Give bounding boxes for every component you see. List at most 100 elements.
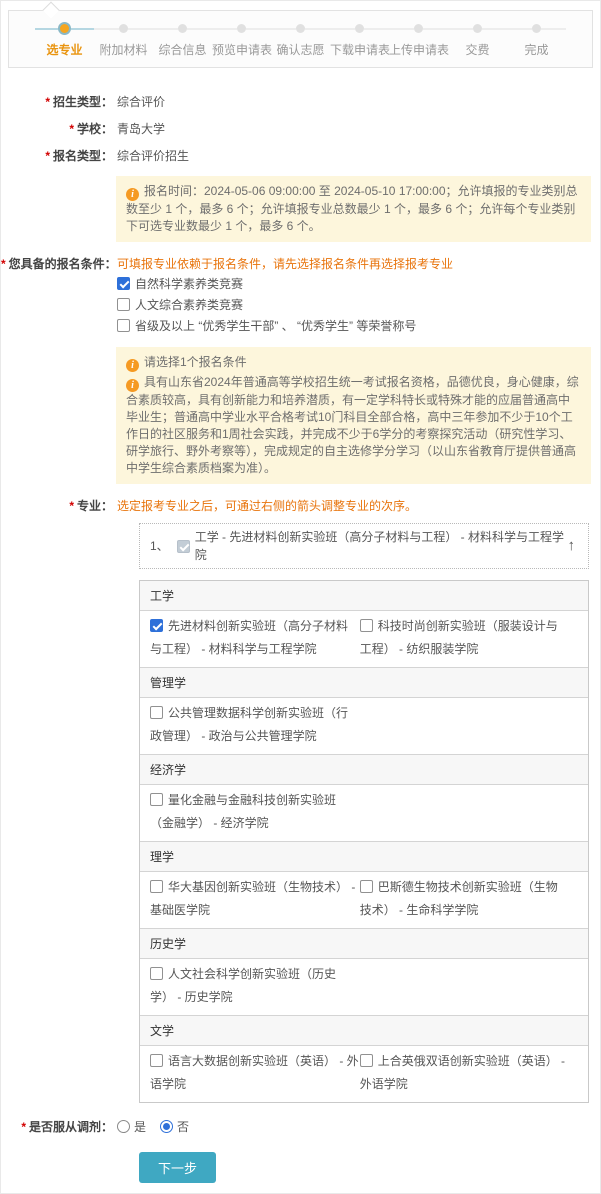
signup-time-notice-text: 报名时间：2024-05-06 09:00:00 至 2024-05-10 17… [126, 184, 578, 233]
checkbox[interactable] [360, 880, 373, 893]
step-item[interactable]: 确认志愿 [271, 22, 330, 58]
step-track [94, 22, 153, 35]
step-line [482, 28, 507, 30]
radio[interactable] [117, 1120, 130, 1133]
step-label: 选专业 [35, 41, 94, 58]
next-step-button[interactable]: 下一步 [139, 1152, 216, 1183]
checkbox-checked[interactable] [117, 277, 130, 290]
checkbox-checked-disabled [177, 540, 190, 553]
required-asterisk [45, 149, 50, 163]
notice-line: 具有山东省2024年普通高等学校招生统一考试报名资格，品德优良，身心健康，综合素… [126, 374, 581, 477]
major-option[interactable]: 语言大数据创新实验班（英语） - 外语学院 [150, 1050, 360, 1096]
step-line [330, 28, 355, 30]
step-label: 完成 [507, 41, 566, 58]
adjustment-option-label: 否 [177, 1120, 189, 1134]
checkbox[interactable] [150, 793, 163, 806]
step-line [94, 28, 119, 30]
step-item[interactable]: 上传申请表 [389, 22, 448, 58]
checkbox[interactable] [117, 319, 130, 332]
condition-option[interactable]: 人文综合素养类竞赛 [117, 295, 600, 316]
category-header: 理学 [140, 842, 588, 872]
majors-block: 1、工学 - 先进材料创新实验班（高分子材料与工程） - 材料科学与工程学院 工… [139, 523, 589, 1103]
major-option[interactable]: 巴斯德生物技术创新实验班（生物技术） - 生命科学学院 [360, 876, 570, 922]
major-option-label: 先进材料创新实验班（高分子材料与工程） - 材料科学与工程学院 [150, 619, 348, 656]
category-items: 先进材料创新实验班（高分子材料与工程） - 材料科学与工程学院科技时尚创新实验班… [140, 611, 588, 668]
field-label-text: 招生类型： [53, 95, 113, 109]
selected-major-index: 1、 [150, 537, 169, 555]
major-option[interactable]: 上合英俄双语创新实验班（英语） - 外语学院 [360, 1050, 570, 1096]
major-option[interactable]: 先进材料创新实验班（高分子材料与工程） - 材料科学与工程学院 [150, 615, 360, 661]
major-option[interactable]: 华大基因创新实验班（生物技术） - 基础医学院 [150, 876, 360, 922]
step-line [389, 28, 414, 30]
step-item[interactable]: 交费 [448, 22, 507, 58]
step-active[interactable]: 选专业 [35, 22, 94, 58]
condition-option[interactable]: 自然科学素养类竞赛 [117, 274, 600, 295]
checkbox[interactable] [150, 706, 163, 719]
step-label: 确认志愿 [271, 41, 330, 58]
checkbox-checked[interactable] [150, 619, 163, 632]
category-items: 华大基因创新实验班（生物技术） - 基础医学院巴斯德生物技术创新实验班（生物技术… [140, 872, 588, 929]
major-option[interactable]: 公共管理数据科学创新实验班（行政管理） - 政治与公共管理学院 [150, 702, 360, 748]
major-option[interactable]: 科技时尚创新实验班（服装设计与工程） - 纺织服装学院 [360, 615, 570, 661]
step-line [246, 28, 271, 30]
step-item[interactable]: 完成 [507, 22, 566, 58]
step-track [448, 22, 507, 35]
checkbox[interactable] [150, 880, 163, 893]
checkbox[interactable] [150, 967, 163, 980]
form-field-row: 报名类型：综合评价招生 [1, 146, 600, 166]
major-option[interactable]: 人文社会科学创新实验班（历史学） - 历史学院 [150, 963, 360, 1009]
checkbox[interactable] [150, 1054, 163, 1067]
condition-option[interactable]: 省级及以上 “优秀学生干部” 、 “优秀学生” 等荣誉称号 [117, 316, 600, 337]
category-header: 历史学 [140, 929, 588, 959]
adjustment-row: 是否服从调剂： 是 否 [1, 1117, 600, 1137]
category-items: 公共管理数据科学创新实验班（行政管理） - 政治与公共管理学院 [140, 698, 588, 755]
basic-fields: 招生类型： 综合评价学校： 青岛大学报名类型：综合评价招生 [1, 92, 600, 166]
adjustment-label: 是否服从调剂： [1, 1117, 113, 1137]
field-value: 综合评价 [117, 92, 600, 112]
required-asterisk [69, 122, 74, 136]
major-option-label: 上合英俄双语创新实验班（英语） - 外语学院 [360, 1054, 565, 1091]
step-track [271, 22, 330, 35]
category-items: 语言大数据创新实验班（英语） - 外语学院上合英俄双语创新实验班（英语） - 外… [140, 1046, 588, 1102]
step-item[interactable]: 附加材料 [94, 22, 153, 58]
step-item[interactable]: 综合信息 [153, 22, 212, 58]
majors-label-text: 专业： [77, 499, 113, 513]
field-value: 青岛大学 [117, 119, 600, 139]
checkbox[interactable] [360, 1054, 373, 1067]
step-dot [119, 24, 128, 33]
step-dot [237, 24, 246, 33]
adjustment-option[interactable]: 是 [117, 1120, 146, 1134]
conditions-hint: 可填报专业依赖于报名条件，请先选择报名条件再选择报考专业 [117, 254, 600, 274]
checkbox[interactable] [360, 619, 373, 632]
move-up-arrow-icon[interactable] [565, 537, 579, 555]
step-line [541, 28, 566, 30]
major-option-label: 语言大数据创新实验班（英语） - 外语学院 [150, 1054, 359, 1091]
condition-option-label: 自然科学素养类竞赛 [135, 277, 243, 291]
adjustment-option[interactable]: 否 [160, 1120, 189, 1134]
step-item[interactable]: 下载申请表 [330, 22, 389, 58]
majors-row: 专业： 选定报考专业之后，可通过右侧的箭头调整专业的次序。 [1, 496, 600, 516]
conditions-value: 可填报专业依赖于报名条件，请先选择报名条件再选择报考专业 自然科学素养类竞赛人文… [117, 254, 600, 337]
selected-majors: 1、工学 - 先进材料创新实验班（高分子材料与工程） - 材料科学与工程学院 [139, 523, 589, 569]
major-option-label: 巴斯德生物技术创新实验班（生物技术） - 生命科学学院 [360, 880, 558, 917]
step-dot [473, 24, 482, 33]
conditions-notice: 请选择1个报名条件具有山东省2024年普通高等学校招生统一考试报名资格，品德优良… [116, 347, 591, 484]
condition-option-label: 人文综合素养类竞赛 [135, 298, 243, 312]
field-label-text: 学校： [77, 122, 113, 136]
step-label: 下载申请表 [330, 41, 389, 58]
step-line [212, 28, 237, 30]
step-track [35, 22, 94, 35]
radio-selected[interactable] [160, 1120, 173, 1133]
step-line [153, 28, 178, 30]
checkbox[interactable] [117, 298, 130, 311]
step-dot [58, 22, 71, 35]
category-header: 工学 [140, 581, 588, 611]
field-label: 学校： [1, 119, 113, 139]
major-option-label: 人文社会科学创新实验班（历史学） - 历史学院 [150, 967, 336, 1004]
notice-line: 请选择1个报名条件 [126, 354, 581, 372]
major-option-label: 科技时尚创新实验班（服装设计与工程） - 纺织服装学院 [360, 619, 558, 656]
step-item[interactable]: 预览申请表 [212, 22, 271, 58]
major-option[interactable]: 量化金融与金融科技创新实验班（金融学） - 经济学院 [150, 789, 360, 835]
adjustment-option-label: 是 [134, 1120, 146, 1134]
step-line [507, 28, 532, 30]
